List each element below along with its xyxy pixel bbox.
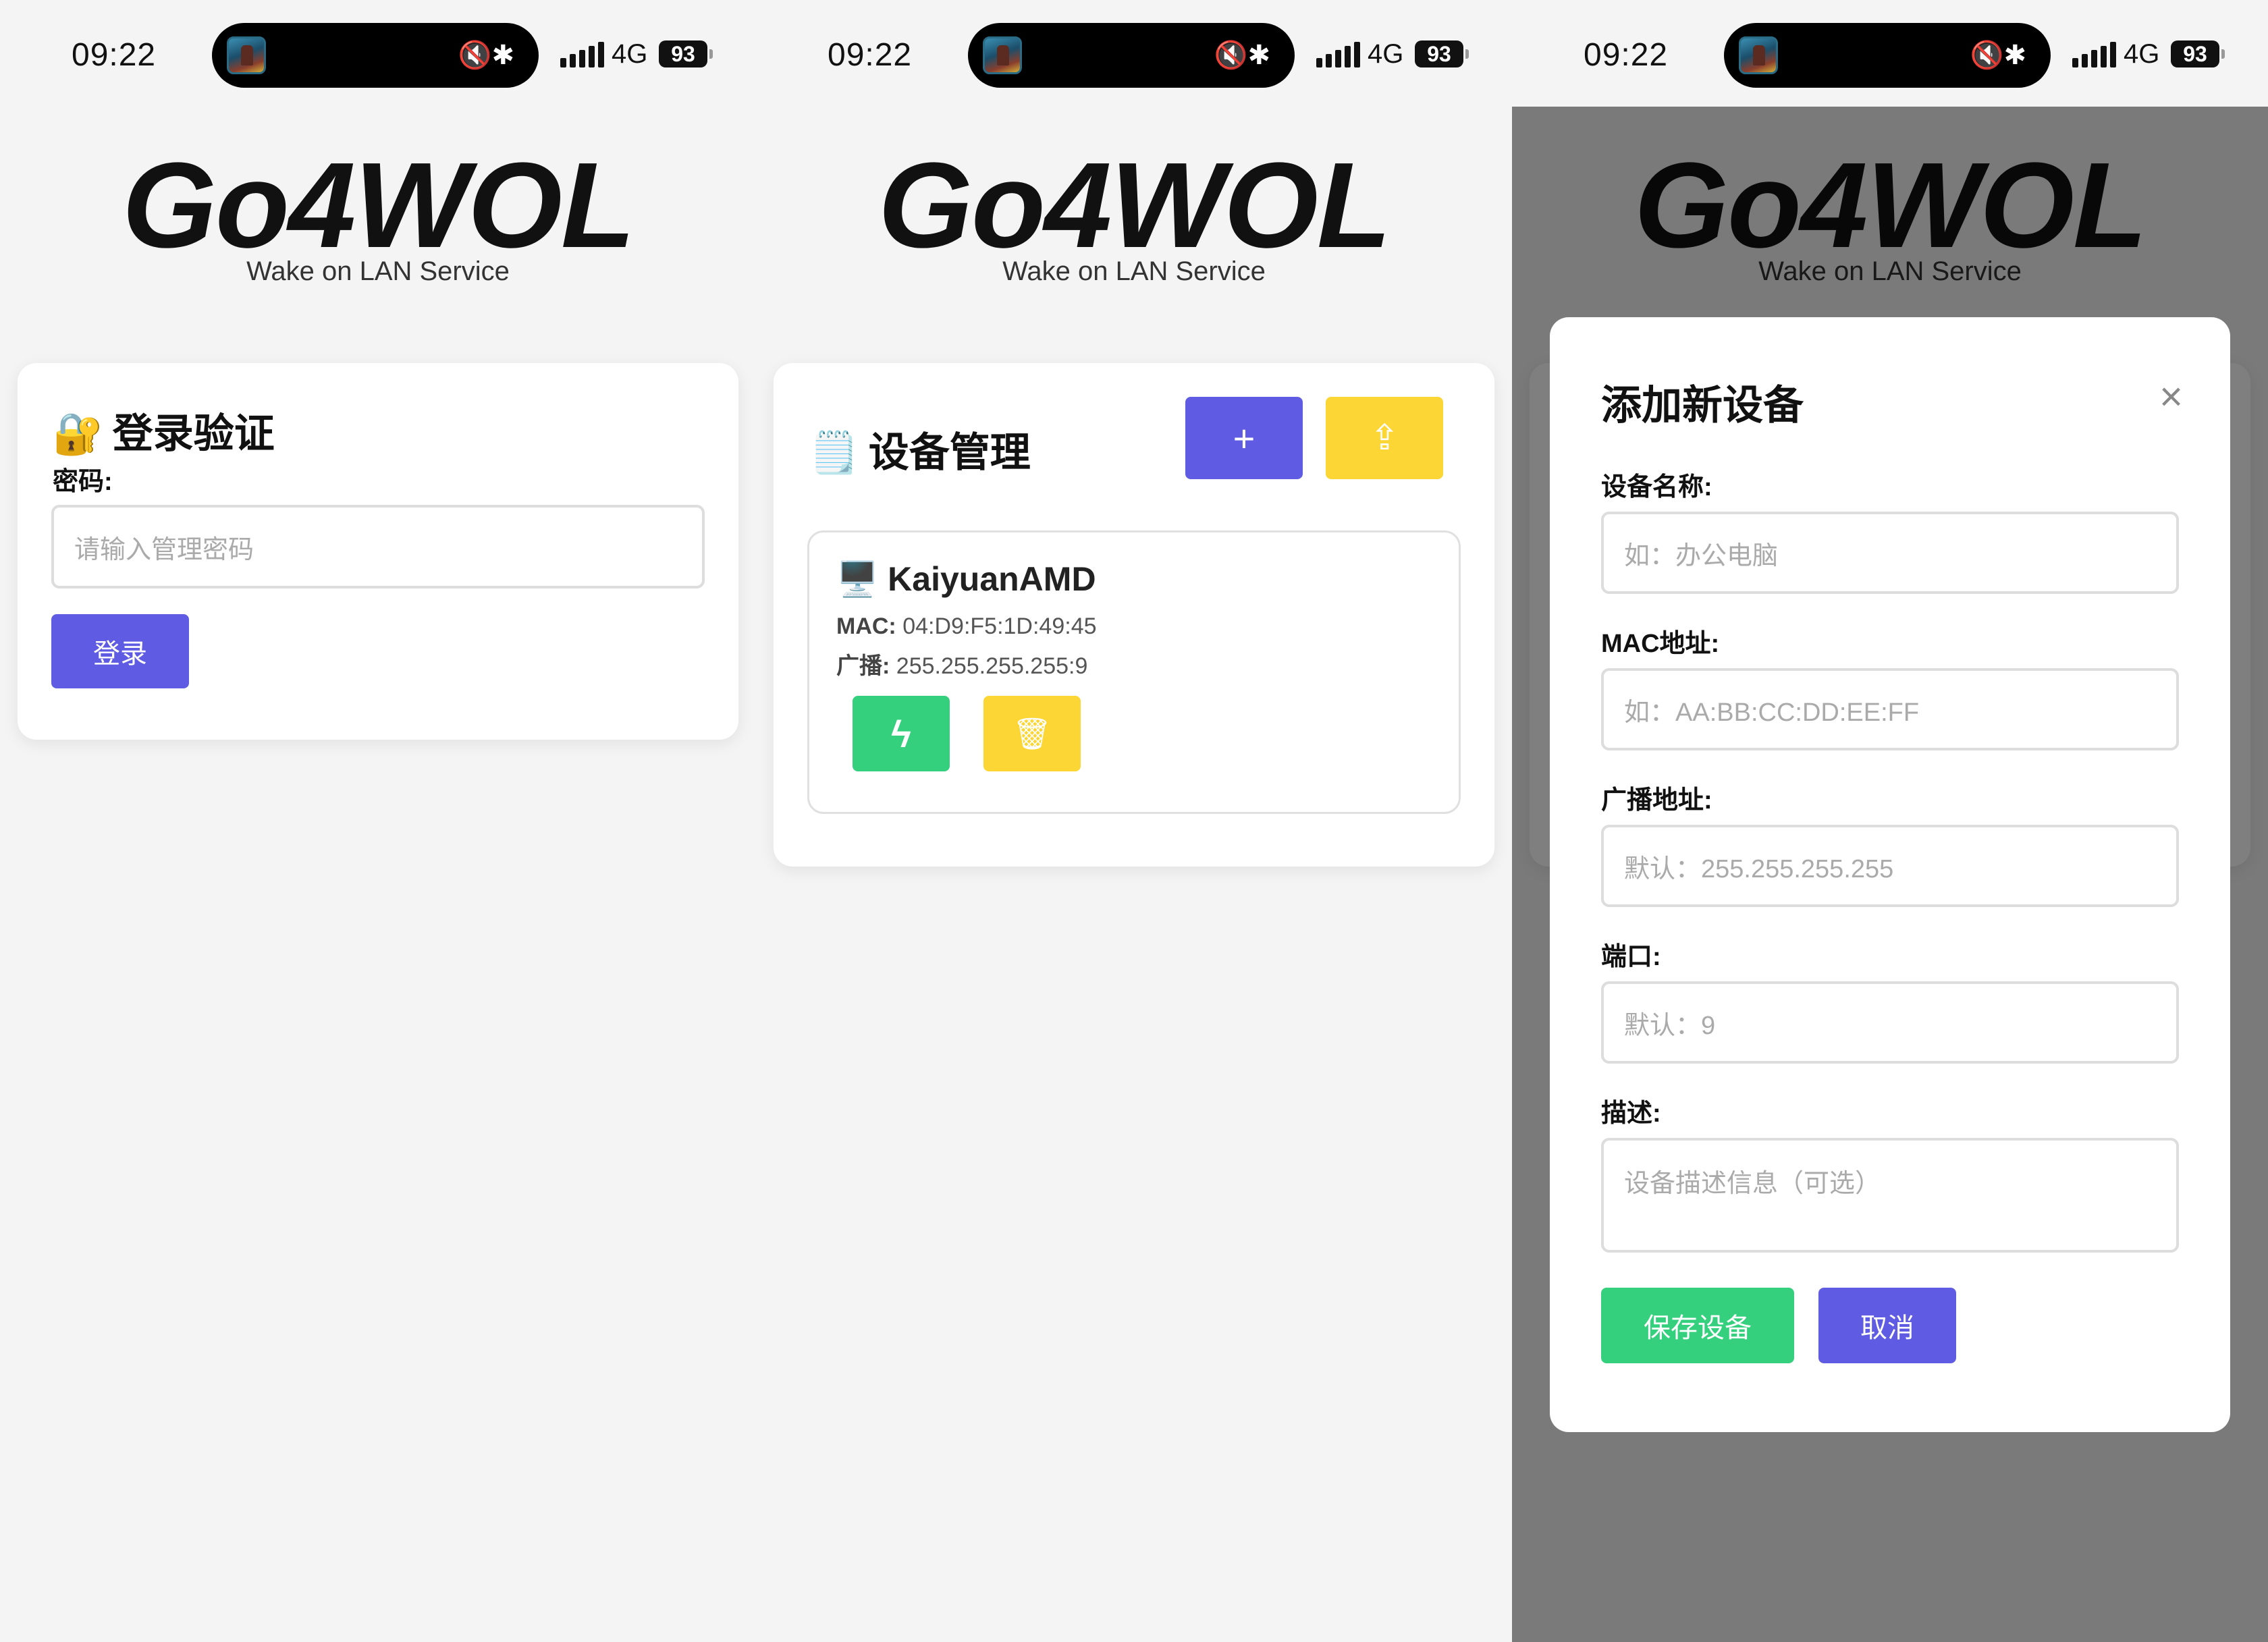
- device-mac: MAC: 04:D9:F5:1D:49:45: [836, 613, 1097, 639]
- password-input[interactable]: 请输入管理密码: [51, 505, 705, 589]
- modal-title: 添加新设备: [1601, 383, 1804, 428]
- login-card: 🔐 登录验证 密码: 请输入管理密码 登录: [18, 363, 738, 740]
- status-time: 09:22: [72, 37, 157, 73]
- status-time: 09:22: [1584, 37, 1669, 73]
- status-bar: 09:22 🔇✱ 4G 93: [0, 0, 756, 108]
- save-device-button[interactable]: 保存设备: [1601, 1288, 1794, 1363]
- now-playing-thumbnail: [227, 36, 266, 74]
- device-name-label: 设备名称:: [1601, 473, 1712, 501]
- bluetooth-mute-icon: 🔇✱: [1214, 40, 1270, 70]
- network-type: 4G: [2124, 39, 2160, 69]
- add-device-modal: 添加新设备 × 设备名称: 如：办公电脑 MAC地址: 如：AA:BB:CC:D…: [1550, 317, 2230, 1432]
- monitor-icon: 🖥️: [836, 560, 879, 598]
- add-device-screen: 09:22 🔇✱ 4G 93 Go4WOL Wake on LAN Servic…: [1512, 0, 2268, 1642]
- wake-device-button[interactable]: ϟ: [853, 696, 950, 771]
- bluetooth-mute-icon: 🔇✱: [458, 40, 514, 70]
- signal-icon: [1316, 40, 1360, 67]
- network-type: 4G: [612, 39, 648, 69]
- battery-level: 93: [1415, 40, 1469, 67]
- status-bar: 09:22 🔇✱ 4G 93: [1512, 0, 2268, 108]
- status-bar: 09:22 🔇✱ 4G 93: [756, 0, 1512, 108]
- app-logo: Go4WOL: [122, 138, 635, 273]
- now-playing-thumbnail: [1739, 36, 1778, 74]
- network-type: 4G: [1368, 39, 1404, 69]
- signal-icon: [560, 40, 604, 67]
- app-tagline: Wake on LAN Service: [1002, 256, 1266, 286]
- mac-label: MAC地址:: [1601, 630, 1720, 658]
- notepad-icon: 🗒️: [809, 430, 859, 475]
- now-playing-thumbnail: [983, 36, 1022, 74]
- dynamic-island: 🔇✱: [212, 23, 539, 88]
- port-input[interactable]: 默认：9: [1601, 981, 2179, 1064]
- add-device-button[interactable]: +: [1185, 397, 1303, 479]
- cancel-button[interactable]: 取消: [1818, 1288, 1956, 1363]
- app-tagline: Wake on LAN Service: [246, 256, 510, 286]
- description-label: 描述:: [1601, 1099, 1661, 1128]
- device-management-screen: 09:22 🔇✱ 4G 93 Go4WOL Wake on LAN Servic…: [756, 0, 1512, 1642]
- signal-icon: [2072, 40, 2116, 67]
- device-item: 🖥️ KaiyuanAMD MAC: 04:D9:F5:1D:49:45 广播:…: [807, 530, 1461, 814]
- upload-icon[interactable]: ⇪: [1326, 397, 1443, 479]
- trash-icon: 🗑: [1012, 715, 1052, 751]
- description-input[interactable]: 设备描述信息（可选）: [1601, 1138, 2179, 1253]
- app-logo: Go4WOL: [878, 138, 1391, 273]
- dynamic-island: 🔇✱: [968, 23, 1295, 88]
- device-card: 🗒️ 设备管理 + ⇪ 🖥️ KaiyuanAMD MAC: 04:D9:F5:1…: [774, 363, 1494, 867]
- bluetooth-mute-icon: 🔇✱: [1970, 40, 2026, 70]
- device-management-title: 🗒️ 设备管理: [809, 430, 1031, 475]
- device-broadcast: 广播: 255.255.255.255:9: [836, 653, 1088, 679]
- battery-level: 93: [2171, 40, 2225, 67]
- status-time: 09:22: [828, 37, 913, 73]
- broadcast-input[interactable]: 默认：255.255.255.255: [1601, 825, 2179, 907]
- login-screen: 09:22 🔇✱ 4G 93 Go4WOL Wake on LAN Servic…: [0, 0, 756, 1642]
- device-name-input[interactable]: 如：办公电脑: [1601, 512, 2179, 594]
- mac-input[interactable]: 如：AA:BB:CC:DD:EE:FF: [1601, 668, 2179, 750]
- login-title: 🔐 登录验证: [53, 411, 275, 456]
- broadcast-label: 广播地址:: [1601, 786, 1712, 815]
- battery-level: 93: [659, 40, 713, 67]
- lightning-icon: ϟ: [891, 712, 911, 755]
- lock-icon: 🔐: [53, 411, 103, 456]
- dynamic-island: 🔇✱: [1724, 23, 2051, 88]
- login-button[interactable]: 登录: [51, 614, 189, 688]
- password-label: 密码:: [53, 468, 113, 496]
- device-name: 🖥️ KaiyuanAMD: [836, 560, 1096, 598]
- close-icon[interactable]: ×: [2159, 377, 2183, 417]
- port-label: 端口:: [1601, 943, 1661, 971]
- delete-device-button[interactable]: 🗑: [983, 696, 1081, 771]
